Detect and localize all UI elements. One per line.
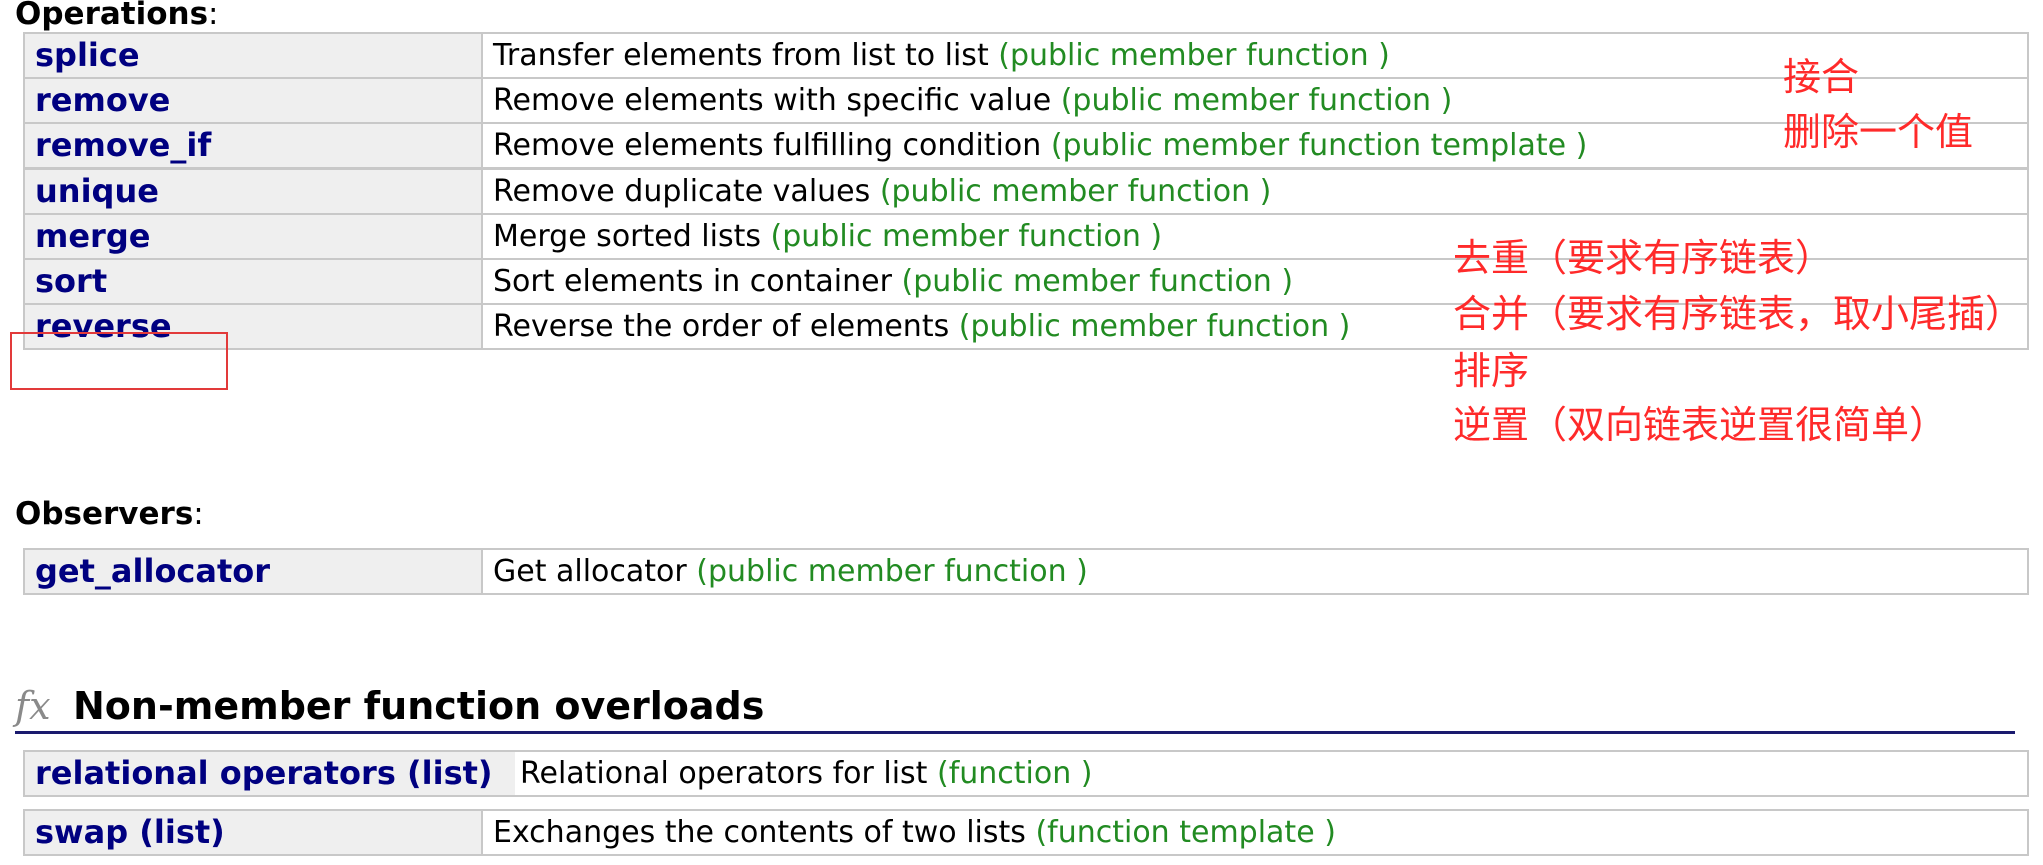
nonmember-heading-title: Non-member function overloads: [73, 684, 765, 728]
table-row-get-allocator: get_allocator Get allocator (public memb…: [23, 548, 2029, 595]
table-row-relational-operators: relational operators (list) Relational o…: [23, 750, 2029, 797]
function-link-remove[interactable]: remove: [25, 79, 483, 122]
function-link-merge[interactable]: merge: [25, 215, 483, 258]
function-link-sort[interactable]: sort: [25, 260, 483, 303]
observers-section-label: Observers:: [15, 496, 204, 532]
function-link-get-allocator[interactable]: get_allocator: [25, 550, 483, 593]
annotation-unique: 去重（要求有序链表）: [1453, 236, 1834, 280]
fx-icon: fx: [15, 684, 51, 728]
function-description: Relational operators for list (function …: [520, 756, 1093, 791]
sort-highlight-box: [10, 332, 228, 390]
nonmember-heading: fx Non-member function overloads: [15, 682, 2015, 734]
annotation-sort: 排序: [1453, 349, 1530, 393]
table-row-swap: swap (list) Exchanges the contents of tw…: [23, 809, 2029, 856]
table-row-unique: unique Remove duplicate values (public m…: [23, 168, 2029, 215]
table-row-splice: splice Transfer elements from list to li…: [23, 32, 2029, 79]
table-row-remove-if: remove_if Remove elements fulfilling con…: [23, 122, 2029, 169]
function-link-unique[interactable]: unique: [25, 170, 483, 213]
table-row-remove: remove Remove elements with specific val…: [23, 77, 2029, 124]
function-link-relational-operators[interactable]: relational operators (list): [25, 752, 515, 795]
annotation-remove: 删除一个值: [1783, 110, 1974, 154]
annotation-merge: 合并（要求有序链表，取小尾插）: [1453, 292, 2024, 336]
function-link-swap[interactable]: swap (list): [25, 811, 483, 854]
function-description: Get allocator (public member function ): [493, 554, 1088, 589]
function-description: Remove duplicate values (public member f…: [493, 174, 1272, 209]
annotation-splice: 接合: [1783, 55, 1860, 99]
function-link-splice[interactable]: splice: [25, 34, 483, 77]
function-description: Exchanges the contents of two lists (fun…: [493, 815, 1336, 850]
function-link-remove-if[interactable]: remove_if: [25, 124, 483, 167]
operations-section-label: Operations:: [15, 0, 219, 32]
annotation-reverse: 逆置（双向链表逆置很简单）: [1453, 403, 1948, 447]
